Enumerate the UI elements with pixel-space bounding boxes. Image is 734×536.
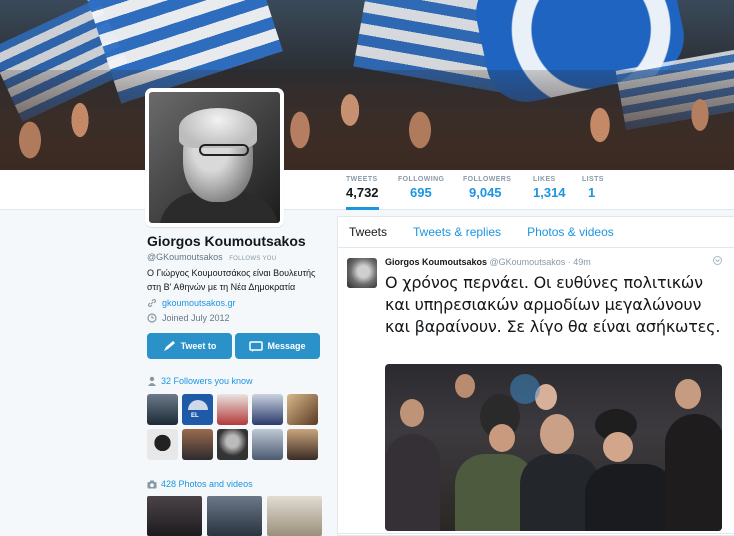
camera-icon (147, 480, 157, 488)
photos-grid (147, 496, 322, 536)
profile-handle-text[interactable]: @GKoumoutsakos (147, 252, 223, 262)
stat-likes[interactable]: LIKES 1,314 (533, 176, 566, 200)
follower-avatar[interactable] (217, 394, 248, 425)
profile-bio: Ο Γιώργος Κουμουτσάκος είναι Βουλευτής σ… (147, 268, 316, 292)
tweet-time[interactable]: · 49m (568, 257, 591, 267)
photo-thumb[interactable] (207, 496, 262, 536)
stat-tweets[interactable]: TWEETS 4,732 (346, 176, 379, 210)
profile-avatar[interactable] (145, 88, 284, 227)
followers-you-know-link[interactable]: 32 Followers you know (147, 376, 253, 386)
profile-nav: TWEETS 4,732 FOLLOWING 695 FOLLOWERS 9,0… (0, 170, 734, 210)
tweet-header: Giorgos Koumoutsakos @GKoumoutsakos · 49… (385, 257, 591, 267)
user-icon (148, 376, 156, 386)
follows-you-badge: FOLLOWS YOU (229, 256, 277, 262)
tweet-item[interactable]: Giorgos Koumoutsakos @GKoumoutsakos · 49… (338, 248, 734, 534)
tweet-to-button[interactable]: Tweet to (147, 333, 232, 359)
tweet-text: Ο χρόνος περνάει. Οι ευθύνες πολιτικών κ… (385, 273, 721, 336)
follower-avatar[interactable]: EL (182, 394, 213, 425)
stat-followers[interactable]: FOLLOWERS 9,045 (463, 176, 511, 200)
followers-grid: EL (147, 394, 321, 460)
stat-following[interactable]: FOLLOWING 695 (398, 176, 444, 200)
photos-videos-link[interactable]: 428 Photos and videos (147, 479, 253, 489)
follower-avatar[interactable] (182, 429, 213, 460)
tab-photos-videos[interactable]: Photos & videos (527, 225, 614, 239)
calendar-icon (147, 313, 157, 323)
tab-tweets-replies[interactable]: Tweets & replies (413, 225, 501, 239)
photo-thumb[interactable] (267, 496, 322, 536)
chevron-down-icon[interactable] (713, 256, 722, 265)
timeline: Tweets Tweets & replies Photos & videos … (337, 216, 734, 536)
follower-avatar[interactable] (287, 394, 318, 425)
profile-name[interactable]: Giorgos Koumoutsakos (147, 233, 306, 249)
message-button[interactable]: Message (235, 333, 320, 359)
message-icon (249, 341, 264, 352)
follower-avatar[interactable] (147, 429, 178, 460)
follower-avatar[interactable] (252, 429, 283, 460)
link-icon (148, 299, 156, 307)
follower-avatar[interactable] (147, 394, 178, 425)
tweet-author-name[interactable]: Giorgos Koumoutsakos (385, 257, 487, 267)
photo-thumb[interactable] (147, 496, 202, 536)
tab-tweets[interactable]: Tweets (349, 225, 387, 239)
compose-icon (163, 341, 175, 351)
tweet-author-handle[interactable]: @GKoumoutsakos (490, 257, 566, 267)
tweet-avatar[interactable] (347, 258, 377, 288)
stat-lists[interactable]: LISTS 1 (582, 176, 604, 200)
profile-website[interactable]: gkoumoutsakos.gr (147, 298, 236, 308)
profile-banner (0, 0, 734, 170)
follower-avatar[interactable] (217, 429, 248, 460)
timeline-tabs: Tweets Tweets & replies Photos & videos (338, 217, 734, 248)
tweet-photo[interactable] (385, 364, 722, 531)
follower-avatar[interactable] (287, 429, 318, 460)
follower-avatar[interactable] (252, 394, 283, 425)
profile-handle: @GKoumoutsakos FOLLOWS YOU (147, 252, 276, 262)
profile-joined: Joined July 2012 (147, 313, 230, 323)
